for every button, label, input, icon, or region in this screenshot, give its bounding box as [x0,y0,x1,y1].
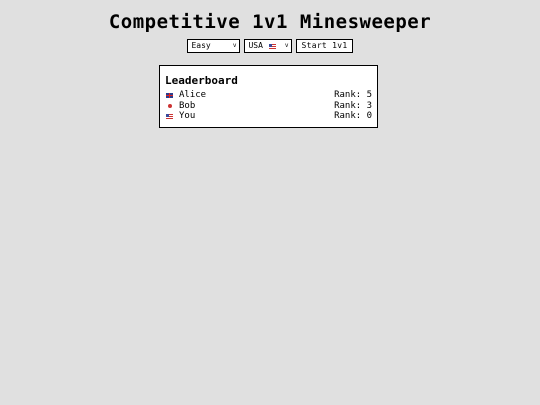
country-select[interactable]: USA v [244,39,293,53]
difficulty-value: Easy [191,41,211,50]
game-controls: Easy v USA v Start 1v1 [0,39,540,53]
leaderboard-title: Leaderboard [165,74,238,87]
leaderboard-row: Alice Rank: 5 [165,90,372,101]
red-dot-flag-icon [167,103,172,108]
player-name: Bob [179,100,196,111]
player-name: Alice [179,90,207,100]
player-rank: Rank: 5 [334,90,372,100]
start-1v1-button[interactable]: Start 1v1 [296,39,353,53]
chevron-down-icon: v [284,42,289,49]
us-flag-icon [165,113,173,119]
chevron-down-icon: v [232,42,237,49]
country-value: USA [248,41,263,50]
uk-flag-icon [165,92,173,98]
leaderboard-panel: Leaderboard Alice Rank: 5 Bob Rank: 3 Yo… [159,65,378,128]
player-name: You [179,111,196,121]
us-flag-icon [268,43,276,49]
difficulty-select[interactable]: Easy v [187,39,241,53]
player-rank: Rank: 0 [334,111,372,121]
leaderboard-row: Bob Rank: 3 [165,101,372,112]
page-title: Competitive 1v1 Minesweeper [108,11,432,33]
leaderboard-row: You Rank: 0 [165,111,372,122]
player-rank: Rank: 3 [334,100,372,111]
